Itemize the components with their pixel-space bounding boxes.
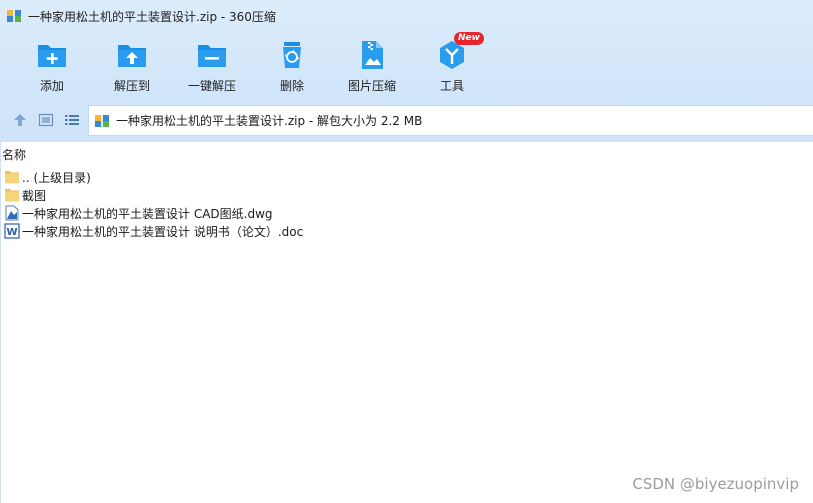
extract-to-label: 解压到 <box>113 79 150 93</box>
up-arrow-icon[interactable] <box>12 112 28 128</box>
column-header-name[interactable]: 名称 <box>1 146 26 164</box>
list-item-dwg[interactable]: 一种家用松土机的平土装置设计 CAD图纸.dwg <box>4 204 303 222</box>
new-badge: New <box>454 32 484 45</box>
tools-button[interactable]: New 工具 <box>412 32 492 98</box>
window-header: 一种家用松土机的平土装置设计.zip - 360压缩 添加 解压到 一键解压 删… <box>0 0 813 142</box>
extract-to-icon <box>115 38 149 72</box>
image-compress-button[interactable]: 图片压缩 <box>332 34 412 98</box>
image-compress-icon <box>355 38 389 72</box>
file-name: .. (上级目录) <box>22 170 91 185</box>
one-click-extract-button[interactable]: 一键解压 <box>172 34 252 98</box>
address-bar-row: 一种家用松土机的平土装置设计.zip - 解包大小为 2.2 MB <box>0 104 813 136</box>
delete-button[interactable]: 删除 <box>252 34 332 98</box>
one-click-extract-label: 一键解压 <box>187 79 236 93</box>
list-item-parent-dir[interactable]: .. (上级目录) <box>4 168 303 186</box>
folder-icon <box>4 187 20 203</box>
detail-view-icon[interactable] <box>38 112 54 128</box>
tools-label: 工具 <box>439 79 464 93</box>
extract-to-button[interactable]: 解压到 <box>92 34 172 98</box>
dwg-file-icon <box>4 205 20 221</box>
address-text: 一种家用松土机的平土装置设计.zip - 解包大小为 2.2 MB <box>116 114 423 128</box>
window-title: 一种家用松土机的平土装置设计.zip - 360压缩 <box>28 9 276 24</box>
list-item-doc[interactable]: W 一种家用松土机的平土装置设计 说明书（论文）.doc <box>4 222 303 240</box>
svg-text:W: W <box>6 227 17 238</box>
watermark: CSDN @biyezuopinvip <box>632 475 799 493</box>
address-field[interactable]: 一种家用松土机的平土装置设计.zip - 解包大小为 2.2 MB <box>88 105 813 136</box>
zip-archive-icon <box>6 8 22 24</box>
file-name: 截图 <box>22 188 47 203</box>
one-click-extract-icon <box>195 38 229 72</box>
toolbar: 添加 解压到 一键解压 删除 图片压缩 New 工具 <box>0 32 813 98</box>
image-compress-label: 图片压缩 <box>347 79 396 93</box>
word-doc-icon: W <box>4 223 20 239</box>
zip-archive-icon <box>94 113 110 129</box>
archive-window: 一种家用松土机的平土装置设计.zip - 360压缩 添加 解压到 一键解压 删… <box>0 0 813 503</box>
title-bar: 一种家用松土机的平土装置设计.zip - 360压缩 <box>0 0 813 32</box>
file-name: 一种家用松土机的平土装置设计 说明书（论文）.doc <box>22 224 304 239</box>
delete-label: 删除 <box>279 79 304 93</box>
add-button[interactable]: 添加 <box>12 34 92 98</box>
folder-icon <box>4 169 20 185</box>
list-view-icon[interactable] <box>64 112 80 128</box>
add-label: 添加 <box>39 79 64 93</box>
list-item-screenshots[interactable]: 截图 <box>4 186 303 204</box>
add-folder-icon <box>35 38 69 72</box>
file-rows: .. (上级目录) 截图 一种家用松土机的平土装置设计 CAD图纸.dwg W … <box>4 168 303 240</box>
file-name: 一种家用松土机的平土装置设计 CAD图纸.dwg <box>22 206 273 221</box>
file-list: 名称 .. (上级目录) 截图 一种家用松土机的平土装置设计 CAD图纸.dwg… <box>0 142 813 503</box>
trash-icon <box>275 38 309 72</box>
